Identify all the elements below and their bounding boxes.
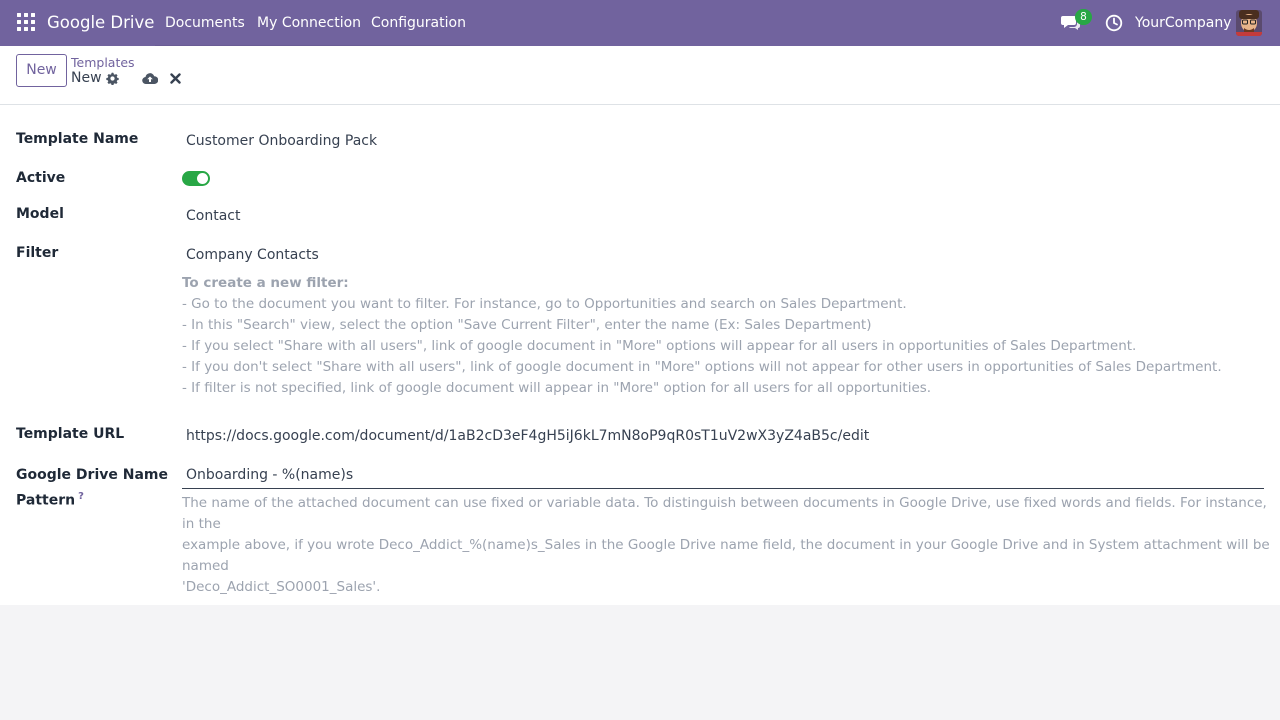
filter-help-line: - If filter is not specified, link of go… <box>182 380 932 396</box>
template-url-input[interactable]: https://docs.google.com/document/d/1aB2c… <box>186 428 869 444</box>
menu-documents[interactable]: Documents <box>165 15 245 31</box>
app-brand[interactable]: Google Drive <box>47 13 154 32</box>
cloud-upload-icon[interactable] <box>142 72 158 85</box>
template-url-label: Template URL <box>16 426 125 442</box>
form-sheet: Template Name Customer Onboarding Pack A… <box>0 105 1280 605</box>
new-button[interactable]: New <box>16 54 67 87</box>
gear-icon[interactable] <box>106 72 119 85</box>
company-switcher[interactable]: YourCompany <box>1135 15 1232 31</box>
model-select[interactable]: Contact <box>186 208 240 224</box>
filter-help: To create a new filter: - Go to the docu… <box>182 273 1222 399</box>
user-avatar[interactable] <box>1236 10 1262 36</box>
name-pattern-label-line1: Google Drive Name <box>16 467 168 483</box>
apps-grid-icon[interactable] <box>17 13 35 31</box>
filter-select[interactable]: Company Contacts <box>186 247 319 263</box>
control-panel: New Templates New <box>0 46 1280 105</box>
name-pattern-label-line2: Pattern <box>16 492 76 509</box>
template-name-label: Template Name <box>16 131 139 147</box>
name-pattern-help-line: The name of the attached document can us… <box>182 495 1267 532</box>
breadcrumb-current: New <box>71 70 102 86</box>
menu-configuration[interactable]: Configuration <box>371 15 466 31</box>
name-pattern-help-line: example above, if you wrote Deco_Addict_… <box>182 537 1270 574</box>
help-tooltip-icon[interactable]: ? <box>78 491 84 502</box>
name-pattern-underline <box>182 488 1264 489</box>
filter-help-line: - Go to the document you want to filter.… <box>182 296 907 312</box>
active-label: Active <box>16 170 66 186</box>
name-pattern-input[interactable]: Onboarding - %(name)s <box>186 467 353 483</box>
breadcrumb-templates[interactable]: Templates <box>71 55 135 70</box>
filter-help-line: - If you don't select "Share with all us… <box>182 359 1222 375</box>
filter-help-title: To create a new filter: <box>182 275 349 291</box>
close-icon[interactable] <box>170 73 181 84</box>
chat-count-badge: 8 <box>1075 9 1092 25</box>
filter-label: Filter <box>16 245 59 261</box>
name-pattern-help: The name of the attached document can us… <box>182 493 1272 598</box>
template-name-input[interactable]: Customer Onboarding Pack <box>186 133 377 149</box>
name-pattern-label: Google Drive Name Pattern? <box>16 465 168 512</box>
top-navbar: Google Drive Documents My Connection Con… <box>0 0 1280 46</box>
menu-my-connection[interactable]: My Connection <box>257 15 361 31</box>
active-toggle[interactable] <box>182 171 210 186</box>
name-pattern-help-line: 'Deco_Addict_SO0001_Sales'. <box>182 579 381 595</box>
filter-help-line: - In this "Search" view, select the opti… <box>182 317 872 333</box>
filter-help-line: - If you select "Share with all users", … <box>182 338 1137 354</box>
model-label: Model <box>16 206 64 222</box>
clock-icon[interactable] <box>1105 14 1123 32</box>
